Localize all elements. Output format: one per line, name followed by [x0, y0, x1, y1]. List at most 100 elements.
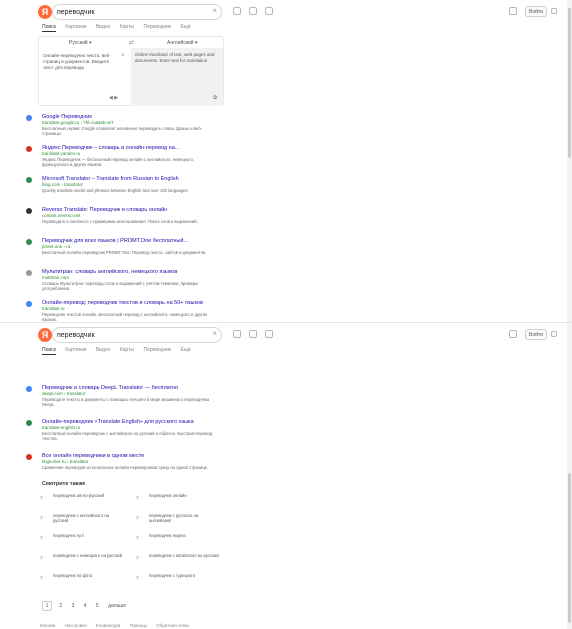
result-url[interactable]: translate-english.ru: [42, 425, 220, 430]
search-input[interactable]: [57, 329, 197, 341]
tab-maps[interactable]: Карты: [120, 24, 134, 30]
search-icon: ⌕: [40, 495, 44, 501]
result-snippet: Яндекс Переводчик — бесплатный перевод о…: [42, 157, 195, 167]
tab-more[interactable]: Ещё: [181, 24, 191, 30]
related-search-item[interactable]: ⌕ переводчик англо-русский: [40, 491, 126, 509]
menu-icon[interactable]: [551, 331, 557, 337]
results-pane-top: Я × Войти Поиск Картинки Видео Карты Пер…: [0, 0, 572, 322]
related-search-item[interactable]: ⌕ переводчик с китайского на русский: [136, 551, 222, 569]
related-search-item[interactable]: ⌕ переводчик с турецкого: [136, 571, 222, 589]
related-search-item[interactable]: ⌕ переводчик с русского на английский: [136, 511, 222, 529]
scrollbar[interactable]: [567, 323, 572, 629]
keyboard-icon[interactable]: [233, 7, 241, 15]
result-url[interactable]: translate.yandex.ru: [42, 151, 220, 156]
swap-languages-icon[interactable]: ⇄: [129, 39, 134, 46]
camera-icon[interactable]: [249, 330, 257, 338]
audio-icons[interactable]: ◀ ▶: [109, 95, 118, 101]
next-page-link[interactable]: дальше: [108, 603, 126, 609]
footer-link[interactable]: Москва: [40, 623, 55, 628]
result-snippet: Quickly translate words and phrases betw…: [42, 188, 189, 193]
search-icon: ⌕: [136, 555, 140, 561]
result-url[interactable]: multitran.com: [42, 275, 220, 280]
search-result: Google Переводчик translate.google.ru › ?…: [26, 114, 222, 144]
result-url[interactable]: translate.google.ru › ?hl=ru&tab=wT: [42, 120, 220, 125]
tab-maps[interactable]: Карты: [120, 347, 134, 353]
search-icon[interactable]: [265, 330, 273, 338]
footer-link[interactable]: Клавиатура: [96, 623, 120, 628]
tab-translator[interactable]: Переводчик: [143, 347, 171, 353]
page-link[interactable]: 2: [59, 603, 62, 609]
tab-images[interactable]: Картинки: [65, 347, 86, 353]
clear-icon[interactable]: ×: [212, 6, 217, 15]
result-snippet: Переводчик текстов онлайн. Бесплатный пе…: [42, 312, 208, 322]
tab-translator[interactable]: Переводчик: [143, 24, 171, 30]
sign-in-button[interactable]: Войти: [525, 329, 547, 340]
result-url[interactable]: bing.com › translator: [42, 182, 220, 187]
page-link[interactable]: 3: [72, 603, 75, 609]
site-favicon-icon: [26, 208, 32, 214]
search-result: Все онлайн переводчики в одном месте ling…: [26, 453, 222, 483]
site-favicon-icon: [26, 115, 32, 121]
tab-video[interactable]: Видео: [96, 24, 111, 30]
apps-icon[interactable]: [509, 7, 517, 15]
tab-more[interactable]: Ещё: [181, 347, 191, 353]
site-favicon-icon: [26, 301, 32, 307]
search-box[interactable]: ×: [52, 327, 222, 343]
scrollbar-thumb[interactable]: [568, 8, 571, 158]
result-url[interactable]: lingvolive.ru › translator: [42, 459, 220, 464]
footer-link[interactable]: Помощь: [130, 623, 147, 628]
footer-link[interactable]: Настройки: [65, 623, 87, 628]
related-search-item[interactable]: ⌕ переводчик яндекс: [136, 531, 222, 549]
related-search-item[interactable]: ⌕ переводчик по фото: [40, 571, 126, 589]
footer-link[interactable]: Обратная связь: [156, 623, 189, 628]
related-search-item[interactable]: ⌕ переводчик с английского на русский: [40, 511, 126, 529]
result-url[interactable]: translate.ru: [42, 306, 220, 311]
clear-icon[interactable]: ×: [212, 329, 217, 338]
logo[interactable]: Я: [38, 5, 52, 19]
tab-images[interactable]: Картинки: [65, 24, 86, 30]
source-text-area[interactable]: Онлайн-переводчик текста, веб-страниц и …: [43, 53, 117, 71]
footer: Москва Настройки Клавиатура Помощь Обрат…: [40, 623, 197, 628]
apps-icon[interactable]: [509, 330, 517, 338]
related-search-text: переводчик гугл: [53, 533, 85, 538]
result-snippet: Переводите в контексте с примерами испол…: [42, 219, 198, 224]
result-url[interactable]: context.reverso.net: [42, 213, 220, 218]
site-favicon-icon: [26, 177, 32, 183]
related-search-item[interactable]: ⌕ переводчик онлайн: [136, 491, 222, 509]
camera-icon[interactable]: [249, 7, 257, 15]
sign-in-button[interactable]: Войти: [525, 6, 547, 17]
search-icon: ⌕: [40, 575, 44, 581]
related-search-text: переводчик с английского на русский: [53, 513, 109, 523]
tab-video[interactable]: Видео: [96, 347, 111, 353]
search-input[interactable]: [57, 6, 197, 18]
scrollbar[interactable]: [567, 0, 572, 322]
pagination: 1 2 3 4 5 дальше: [42, 601, 134, 611]
menu-icon[interactable]: [551, 8, 557, 14]
related-search-item[interactable]: ⌕ переводчик гугл: [40, 531, 126, 549]
search-icon: ⌕: [136, 495, 140, 501]
page-link[interactable]: 4: [84, 603, 87, 609]
source-language-select[interactable]: Русский ▾: [69, 40, 91, 46]
keyboard-icon[interactable]: [233, 330, 241, 338]
logo[interactable]: Я: [38, 328, 52, 342]
search-result: Reverso Translate: Переводчик и словарь …: [26, 207, 222, 237]
search-tabs: Поиск Картинки Видео Карты Переводчик Ещ…: [42, 24, 199, 32]
target-language-select[interactable]: Английский ▾: [167, 40, 198, 46]
page-link[interactable]: 1: [42, 601, 52, 611]
copy-icon[interactable]: ⧉: [213, 95, 217, 101]
scrollbar-thumb[interactable]: [568, 473, 571, 623]
search-icon: ⌕: [136, 515, 140, 521]
result-url[interactable]: promt.one › ru: [42, 244, 220, 249]
search-icon[interactable]: [265, 7, 273, 15]
search-result: Переводчик и словарь DeepL Translator — …: [26, 385, 222, 415]
page-link[interactable]: 5: [96, 603, 99, 609]
tab-search[interactable]: Поиск: [42, 24, 56, 32]
clear-source-icon[interactable]: ×: [121, 53, 125, 59]
related-search-item[interactable]: ⌕ переводчик с немецкого на русский: [40, 551, 126, 569]
search-result: Переводчик для всех языков | PROMT.One б…: [26, 238, 222, 268]
related-searches-heading: Смотрите также: [42, 481, 86, 487]
related-search-text: переводчик с немецкого на русский: [53, 553, 123, 558]
result-url[interactable]: deepl.com › translator: [42, 391, 220, 396]
search-box[interactable]: ×: [52, 4, 222, 20]
tab-search[interactable]: Поиск: [42, 347, 56, 355]
